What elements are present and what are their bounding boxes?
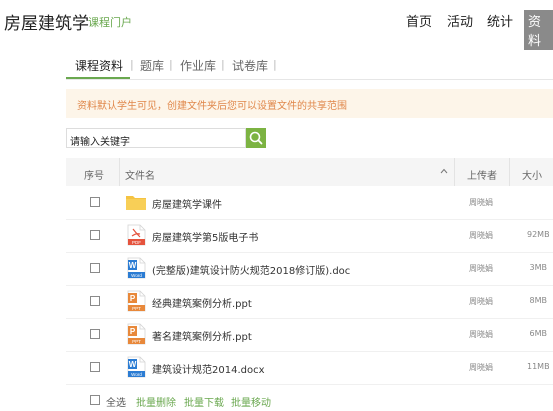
tab-course-materials[interactable]: 课程资料 bbox=[75, 57, 123, 74]
svg-text:PDF: PDF bbox=[132, 240, 141, 245]
bulk-delete-button[interactable]: 批量删除 bbox=[136, 394, 176, 409]
header-size: 大小 bbox=[522, 171, 542, 182]
tab-separator: | bbox=[221, 58, 225, 71]
notice-banner: 资料默认学生可见，创建文件夹后您可以设置文件的共享范围 bbox=[66, 89, 553, 118]
table-row[interactable]: W Word 建筑设计规范2014.docx 周晓娟 11MB bbox=[66, 351, 553, 385]
search-icon bbox=[249, 131, 263, 145]
uploader-name: 周晓娟 bbox=[469, 264, 493, 273]
file-size: 6MB bbox=[529, 329, 547, 338]
pdf-icon: PDF bbox=[125, 224, 147, 246]
file-name-link[interactable]: 经典建筑案例分析.ppt bbox=[152, 295, 252, 310]
tab-question-bank[interactable]: 题库 bbox=[140, 57, 164, 74]
column-divider bbox=[119, 158, 120, 186]
tab-separator: | bbox=[273, 58, 277, 71]
file-name-link[interactable]: 房屋建筑学课件 bbox=[152, 196, 222, 211]
table-row[interactable]: W Word (完整版)建筑设计防火规范2018修订版).doc 周晓娟 3MB bbox=[66, 252, 553, 286]
nav-materials[interactable]: 资料 bbox=[524, 10, 553, 50]
table-header: 序号 文件名 上传者 大小 bbox=[66, 158, 553, 186]
svg-text:PPT: PPT bbox=[132, 306, 141, 311]
file-size: 92MB bbox=[527, 230, 550, 239]
uploader-name: 周晓娟 bbox=[469, 231, 493, 240]
sort-up-icon[interactable] bbox=[440, 168, 448, 174]
select-all-label: 全选 bbox=[106, 398, 126, 409]
row-checkbox[interactable] bbox=[90, 362, 100, 372]
tab-exam-bank[interactable]: 试卷库 bbox=[232, 57, 268, 74]
svg-text:P: P bbox=[130, 294, 136, 303]
table-row[interactable]: P PPT 经典建筑案例分析.ppt 周晓娟 8MB bbox=[66, 285, 553, 319]
svg-text:W: W bbox=[129, 261, 137, 270]
row-checkbox[interactable] bbox=[90, 296, 100, 306]
svg-text:PPT: PPT bbox=[132, 339, 141, 344]
tab-separator: | bbox=[130, 58, 134, 71]
row-checkbox[interactable] bbox=[90, 197, 100, 207]
uploader-name: 周晓娟 bbox=[469, 363, 493, 372]
column-divider bbox=[509, 158, 510, 186]
table-footer: 全选 批量删除 批量下载 批量移动 bbox=[66, 392, 553, 409]
search-input[interactable] bbox=[66, 128, 246, 148]
svg-text:Word: Word bbox=[131, 372, 142, 377]
select-all-checkbox[interactable] bbox=[90, 395, 100, 405]
uploader-name: 周晓娟 bbox=[469, 297, 493, 306]
ppt-icon: P PPT bbox=[125, 323, 147, 345]
file-name-link[interactable]: 著名建筑案例分析.ppt bbox=[152, 328, 252, 343]
header-uploader: 上传者 bbox=[467, 171, 497, 182]
file-size: 11MB bbox=[527, 362, 550, 371]
nav-statistics[interactable]: 统计 bbox=[487, 11, 513, 30]
column-divider bbox=[454, 158, 455, 186]
uploader-name: 周晓娟 bbox=[469, 330, 493, 339]
active-tab-underline bbox=[66, 77, 130, 79]
bulk-download-button[interactable]: 批量下载 bbox=[184, 394, 224, 409]
header-filename[interactable]: 文件名 bbox=[125, 167, 155, 182]
tab-homework-bank[interactable]: 作业库 bbox=[180, 57, 216, 74]
header-index: 序号 bbox=[84, 171, 104, 182]
file-name-link[interactable]: 房屋建筑学第5版电子书 bbox=[152, 229, 258, 244]
svg-text:W: W bbox=[129, 360, 137, 369]
bulk-move-button[interactable]: 批量移动 bbox=[231, 394, 271, 409]
subtab-bar: 课程资料 | 题库 | 作业库 | 试卷库 | bbox=[66, 57, 553, 80]
file-name-link[interactable]: 建筑设计规范2014.docx bbox=[152, 361, 265, 376]
svg-text:Word: Word bbox=[131, 273, 142, 278]
header: 房屋建筑学 课程门户 首页 活动 统计 资料 bbox=[0, 0, 553, 50]
uploader-name: 周晓娟 bbox=[469, 198, 493, 207]
table-row[interactable]: P PPT 著名建筑案例分析.ppt 周晓娟 6MB bbox=[66, 318, 553, 352]
row-checkbox[interactable] bbox=[90, 230, 100, 240]
word-icon: W Word bbox=[125, 257, 147, 279]
nav-activity[interactable]: 活动 bbox=[447, 11, 473, 30]
folder-icon bbox=[125, 191, 147, 213]
file-name-link[interactable]: (完整版)建筑设计防火规范2018修订版).doc bbox=[152, 262, 350, 277]
tab-separator: | bbox=[169, 58, 173, 71]
table-row[interactable]: PDF 房屋建筑学第5版电子书 周晓娟 92MB bbox=[66, 219, 553, 253]
row-checkbox[interactable] bbox=[90, 329, 100, 339]
row-checkbox[interactable] bbox=[90, 263, 100, 273]
course-title: 房屋建筑学 bbox=[4, 14, 89, 34]
search-button[interactable] bbox=[246, 128, 266, 148]
ppt-icon: P PPT bbox=[125, 290, 147, 312]
file-size: 3MB bbox=[529, 263, 547, 272]
file-size: 8MB bbox=[529, 296, 547, 305]
notice-text: 资料默认学生可见，创建文件夹后您可以设置文件的共享范围 bbox=[77, 101, 347, 112]
svg-text:P: P bbox=[130, 327, 136, 336]
course-portal-link[interactable]: 课程门户 bbox=[88, 14, 132, 30]
nav-home[interactable]: 首页 bbox=[406, 11, 432, 30]
word-icon: W Word bbox=[125, 356, 147, 378]
table-row[interactable]: 房屋建筑学课件 周晓娟 bbox=[66, 186, 553, 220]
